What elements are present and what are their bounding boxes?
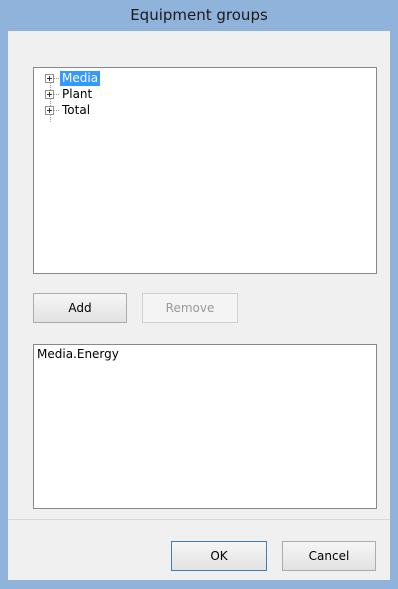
dialog-title: Equipment groups (0, 0, 398, 30)
tree-node-plant[interactable]: Plant (45, 86, 94, 102)
list-item[interactable]: Media.Energy (37, 347, 119, 362)
cancel-button[interactable]: Cancel (282, 541, 376, 571)
remove-button[interactable]: Remove (142, 293, 238, 323)
expand-plus-icon[interactable] (45, 73, 54, 83)
footer-divider (8, 519, 390, 520)
tree-connector (54, 77, 59, 79)
tree-connector (54, 109, 59, 111)
add-button[interactable]: Add (33, 293, 127, 323)
selected-groups-list[interactable]: Media.Energy (33, 344, 377, 509)
tree-node-media[interactable]: Media (45, 70, 101, 86)
tree-node-label[interactable]: Plant (60, 87, 94, 102)
tree-node-label[interactable]: Media (60, 70, 101, 86)
expand-plus-icon[interactable] (45, 105, 54, 115)
tree-node-label[interactable]: Total (60, 103, 92, 118)
tree-connector (54, 93, 59, 95)
dialog-client-area: Media Plant Total Add Remove Media.Energ… (8, 31, 390, 580)
equipment-groups-dialog: Equipment groups Media Plant Total Add R… (0, 0, 398, 589)
ok-button[interactable]: OK (171, 541, 267, 571)
expand-plus-icon[interactable] (45, 89, 54, 99)
tree-node-total[interactable]: Total (45, 102, 92, 118)
equipment-tree[interactable]: Media Plant Total (33, 67, 377, 274)
